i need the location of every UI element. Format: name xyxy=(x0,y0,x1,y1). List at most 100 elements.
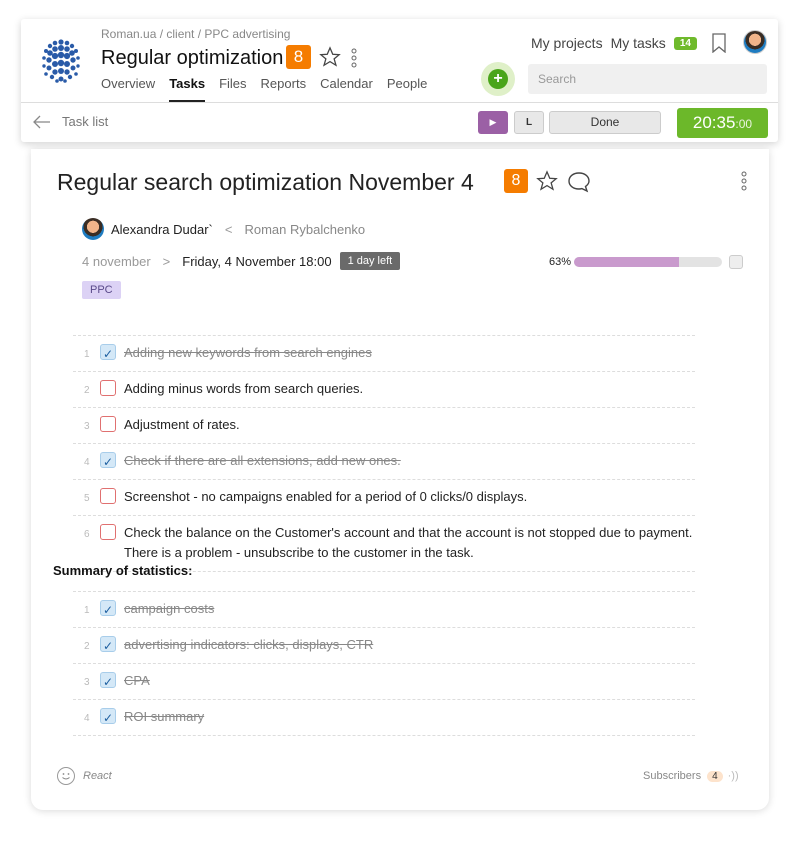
user-links: My projects My tasks 14 xyxy=(531,35,697,51)
assignee-avatar[interactable] xyxy=(82,218,104,240)
timer-main: 20:35 xyxy=(692,113,736,132)
item-text[interactable]: Adjustment of rates. xyxy=(124,417,240,432)
task-count-badge: 8 xyxy=(504,169,528,193)
task-title: Regular search optimization November 4 xyxy=(57,169,474,195)
search-input[interactable]: Search xyxy=(528,64,767,94)
checklist-item: 1 Adding new keywords from search engines xyxy=(73,336,695,372)
tab-people[interactable]: People xyxy=(387,76,427,102)
react-label: React xyxy=(83,770,112,782)
task-menu-icon[interactable] xyxy=(741,171,747,191)
checklist-item: 4 Check if there are all extensions, add … xyxy=(73,444,695,480)
progress-label: 63% xyxy=(549,256,572,268)
checkbox[interactable] xyxy=(100,672,116,692)
progress-bar[interactable] xyxy=(574,257,722,267)
bookmark-icon[interactable] xyxy=(711,33,727,53)
item-number: 6 xyxy=(84,529,90,540)
checklist-item: 2 Adding minus words from search queries. xyxy=(73,372,695,408)
start-date[interactable]: 4 november xyxy=(82,254,151,269)
task-card: Regular search optimization November 4 8… xyxy=(31,149,769,810)
star-icon[interactable] xyxy=(319,46,341,68)
item-number: 1 xyxy=(84,605,90,616)
done-button[interactable]: Done xyxy=(549,111,661,134)
checkbox[interactable] xyxy=(100,452,116,472)
checklist: 1 Adding new keywords from search engines… xyxy=(73,335,695,572)
subscribers-label: Subscribers xyxy=(643,770,702,782)
checklist-item: 4 ROI summary xyxy=(73,700,695,736)
checkbox[interactable] xyxy=(100,524,116,540)
date-arrow: > xyxy=(162,253,171,269)
checklist-item: 5 Screenshot - no campaigns enabled for a… xyxy=(73,480,695,516)
top-bar: Roman.ua / client / PPC advertising Regu… xyxy=(21,19,778,102)
breadcrumb[interactable]: Roman.ua / client / PPC advertising xyxy=(101,27,290,41)
task-toolbar: Task list ▶ L Done 20:35:00 xyxy=(21,102,778,142)
item-text[interactable]: ROI summary xyxy=(124,709,204,724)
item-number: 3 xyxy=(84,677,90,688)
smiley-icon xyxy=(57,767,75,785)
checkbox[interactable] xyxy=(100,344,116,364)
item-number: 2 xyxy=(84,385,90,396)
item-text[interactable]: campaign costs xyxy=(124,601,214,616)
checklist-item: 1 campaign costs xyxy=(73,592,695,628)
item-text[interactable]: advertising indicators: clicks, displays… xyxy=(124,637,373,652)
clock-icon[interactable] xyxy=(729,255,743,269)
back-arrow-icon[interactable] xyxy=(33,115,51,129)
item-number: 1 xyxy=(84,349,90,360)
star-icon[interactable] xyxy=(536,170,558,192)
item-number: 4 xyxy=(84,713,90,724)
checkbox[interactable] xyxy=(100,380,116,396)
timer-seconds: :00 xyxy=(735,117,753,131)
company-logo[interactable] xyxy=(36,36,86,86)
app-header: Roman.ua / client / PPC advertising Regu… xyxy=(21,19,778,142)
tab-files[interactable]: Files xyxy=(219,76,246,102)
react-button[interactable]: React xyxy=(57,767,112,785)
item-text[interactable]: CPA xyxy=(124,673,150,688)
project-count-badge: 8 xyxy=(286,45,311,69)
tab-reports[interactable]: Reports xyxy=(261,76,307,102)
checkbox[interactable] xyxy=(100,416,116,432)
checklist-item: 2 advertising indicators: clicks, display… xyxy=(73,628,695,664)
item-text[interactable]: Adding new keywords from search engines xyxy=(124,345,372,360)
checklist-item: 3 Adjustment of rates. xyxy=(73,408,695,444)
tab-calendar[interactable]: Calendar xyxy=(320,76,373,102)
due-date[interactable]: Friday, 4 November 18:00 xyxy=(182,254,331,269)
plus-icon: + xyxy=(488,69,508,89)
item-text[interactable]: Check if there are all extensions, add n… xyxy=(124,453,401,468)
task-list-link[interactable]: Task list xyxy=(62,114,108,129)
tab-overview[interactable]: Overview xyxy=(101,76,155,102)
play-button[interactable]: ▶ xyxy=(478,111,508,134)
task-dates: 4 november > Friday, 4 November 18:00 1 … xyxy=(82,252,401,270)
project-tabs: Overview Tasks Files Reports Calendar Pe… xyxy=(101,76,427,102)
sound-wave-icon: ·)) xyxy=(727,770,739,782)
checkbox[interactable] xyxy=(100,636,116,656)
assignee-name[interactable]: Alexandra Dudar` xyxy=(111,222,213,237)
direction-arrow: < xyxy=(224,221,233,237)
checkbox[interactable] xyxy=(100,708,116,728)
my-tasks-count-badge: 14 xyxy=(673,36,697,50)
l-button[interactable]: L xyxy=(514,111,544,134)
days-left-badge: 1 day left xyxy=(339,252,401,270)
project-menu-icon[interactable] xyxy=(351,48,357,68)
checkbox[interactable] xyxy=(100,488,116,504)
progress-fill xyxy=(574,257,680,267)
my-tasks-link[interactable]: My tasks xyxy=(611,35,666,51)
comment-icon[interactable] xyxy=(567,171,591,193)
subscribers-count: 4 xyxy=(707,770,723,782)
task-people: Alexandra Dudar` < Roman Rybalchenko xyxy=(82,218,365,240)
user-avatar[interactable] xyxy=(743,30,767,54)
project-title: Regular optimization xyxy=(101,47,284,69)
creator-name[interactable]: Roman Rybalchenko xyxy=(244,222,365,237)
item-text[interactable]: Screenshot - no campaigns enabled for a … xyxy=(124,489,527,504)
checklist-item: 3 CPA xyxy=(73,664,695,700)
my-projects-link[interactable]: My projects xyxy=(531,35,603,51)
subscribers[interactable]: Subscribers 4 ·)) xyxy=(643,770,739,782)
item-text[interactable]: Adding minus words from search queries. xyxy=(124,381,363,396)
item-text[interactable]: Check the balance on the Customer's acco… xyxy=(124,525,692,560)
item-number: 3 xyxy=(84,421,90,432)
tag-ppc[interactable]: PPC xyxy=(82,281,121,299)
tab-tasks[interactable]: Tasks xyxy=(169,76,206,102)
item-number: 2 xyxy=(84,641,90,652)
checkbox[interactable] xyxy=(100,600,116,620)
timer[interactable]: 20:35:00 xyxy=(677,108,768,138)
add-button[interactable]: + xyxy=(481,62,515,96)
item-number: 4 xyxy=(84,457,90,468)
